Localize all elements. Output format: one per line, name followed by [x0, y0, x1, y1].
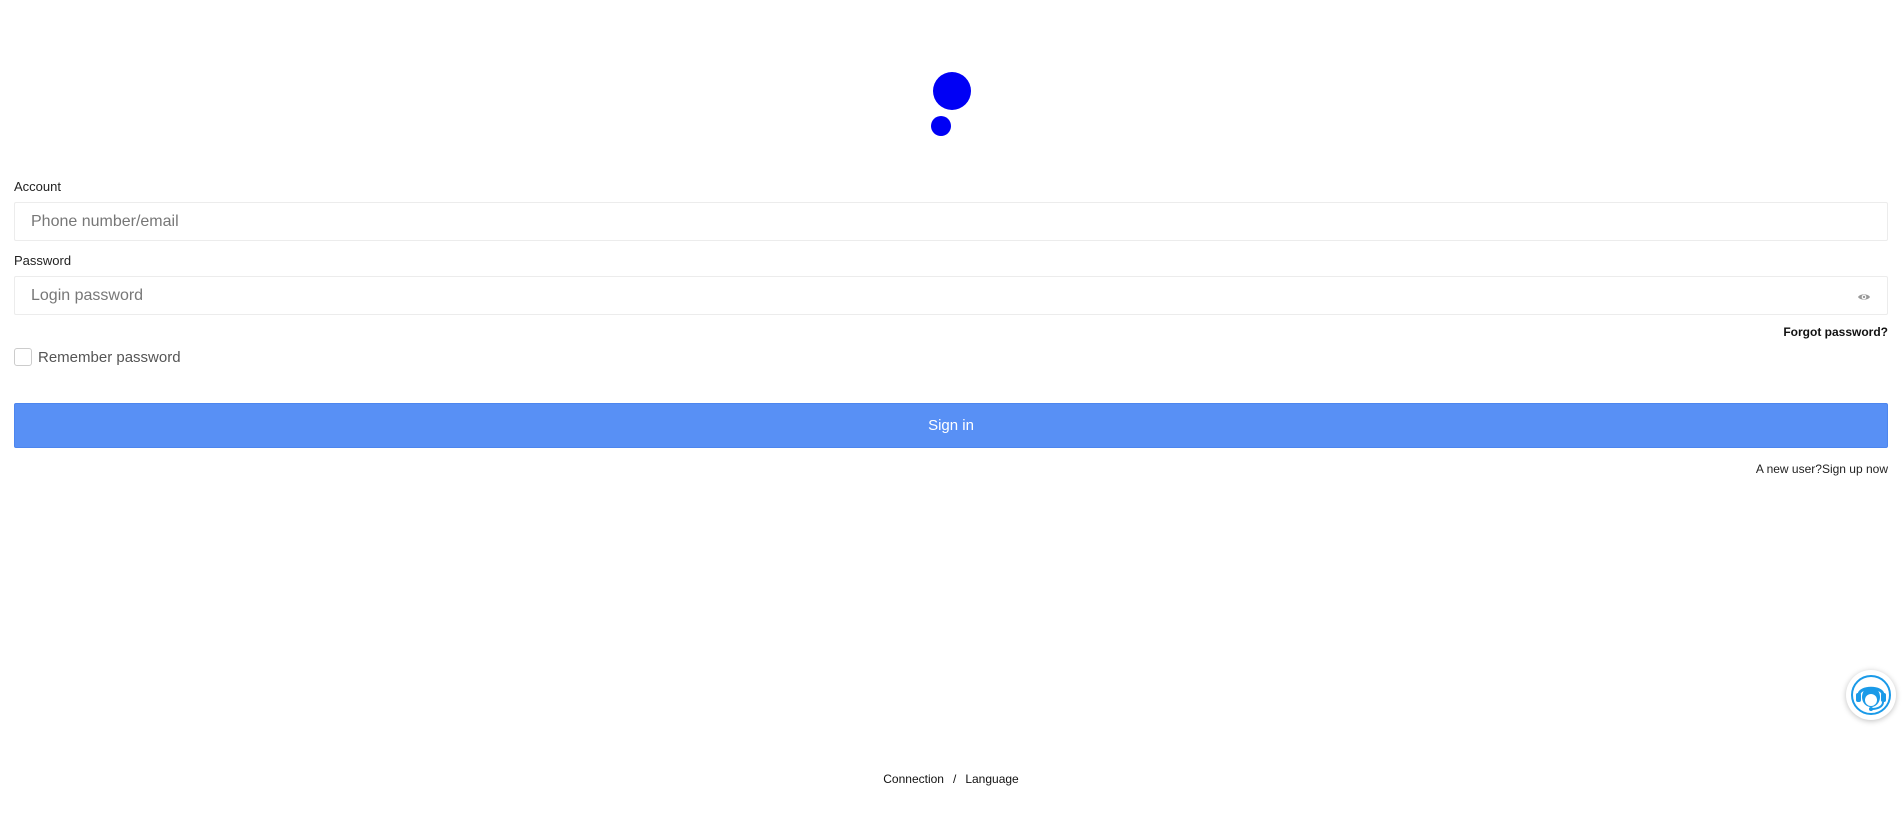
- logo-dot-small: [931, 116, 951, 136]
- remember-password-checkbox[interactable]: [14, 348, 32, 366]
- password-field-group: Password: [14, 252, 1888, 315]
- brand-logo: [930, 70, 974, 136]
- account-label: Account: [14, 179, 61, 194]
- forgot-password-link[interactable]: Forgot password?: [1783, 325, 1888, 339]
- language-link[interactable]: Language: [965, 772, 1018, 786]
- logo-dot-large: [933, 72, 971, 110]
- password-input-wrapper: [14, 276, 1888, 315]
- password-input[interactable]: [15, 277, 1887, 314]
- login-form: Account Password Forgot password?: [14, 178, 1888, 476]
- remember-password-row: Remember password: [14, 347, 1888, 367]
- remember-password-label[interactable]: Remember password: [38, 349, 181, 366]
- eye-icon[interactable]: [1857, 290, 1871, 304]
- connection-link[interactable]: Connection: [883, 772, 944, 786]
- footer-links: Connection / Language: [0, 772, 1902, 786]
- footer-separator: /: [952, 772, 957, 786]
- signup-row: A new user?Sign up now: [14, 462, 1888, 476]
- signup-prompt: A new user?: [1755, 462, 1822, 476]
- account-input-wrapper: [14, 202, 1888, 241]
- customer-service-button[interactable]: [1846, 670, 1896, 720]
- password-label: Password: [14, 253, 72, 268]
- sign-in-button[interactable]: Sign in: [14, 403, 1888, 448]
- account-input[interactable]: [15, 203, 1887, 240]
- forgot-password-row: Forgot password?: [14, 315, 1888, 349]
- login-page: Account Password Forgot password?: [0, 0, 1902, 818]
- sign-up-link[interactable]: Sign up now: [1822, 462, 1888, 476]
- customer-service-headset-icon: [1851, 675, 1891, 715]
- account-field-group: Account: [14, 178, 1888, 241]
